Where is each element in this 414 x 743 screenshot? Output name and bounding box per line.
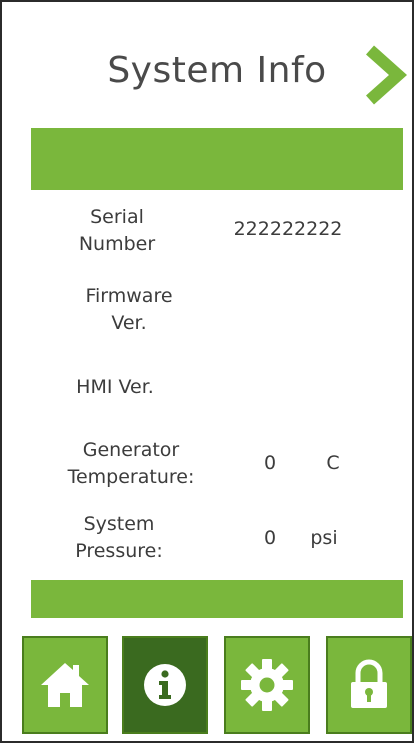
serial-number-label: Serial Number — [78, 206, 156, 255]
gear-icon — [241, 659, 293, 711]
firmware-version-label: Firmware Ver. — [85, 285, 173, 334]
generator-temperature-label: Generator Temperature: — [67, 439, 195, 488]
system-pressure-unit: psi — [310, 527, 338, 549]
nav-home-button[interactable] — [22, 636, 108, 734]
generator-temperature-value: 0 — [263, 452, 277, 474]
next-button[interactable] — [362, 44, 408, 106]
generator-temperature-unit: C — [326, 452, 340, 474]
nav-settings-button[interactable] — [224, 636, 310, 734]
system-pressure-label: System Pressure: — [75, 513, 163, 562]
footer-bar — [31, 580, 403, 618]
header-bar — [31, 128, 403, 190]
lock-icon — [351, 659, 387, 708]
serial-number-value: 222222222 — [233, 218, 343, 240]
nav-info-button[interactable] — [122, 636, 208, 734]
page-title: System Info — [107, 50, 327, 91]
hmi-version-label: HMI Ver. — [76, 376, 154, 398]
nav-lock-button[interactable] — [326, 636, 412, 734]
home-icon — [41, 663, 89, 707]
system-pressure-value: 0 — [263, 527, 277, 549]
screen-frame — [0, 0, 414, 743]
info-icon — [144, 664, 186, 706]
chevron-right-icon — [366, 45, 408, 105]
